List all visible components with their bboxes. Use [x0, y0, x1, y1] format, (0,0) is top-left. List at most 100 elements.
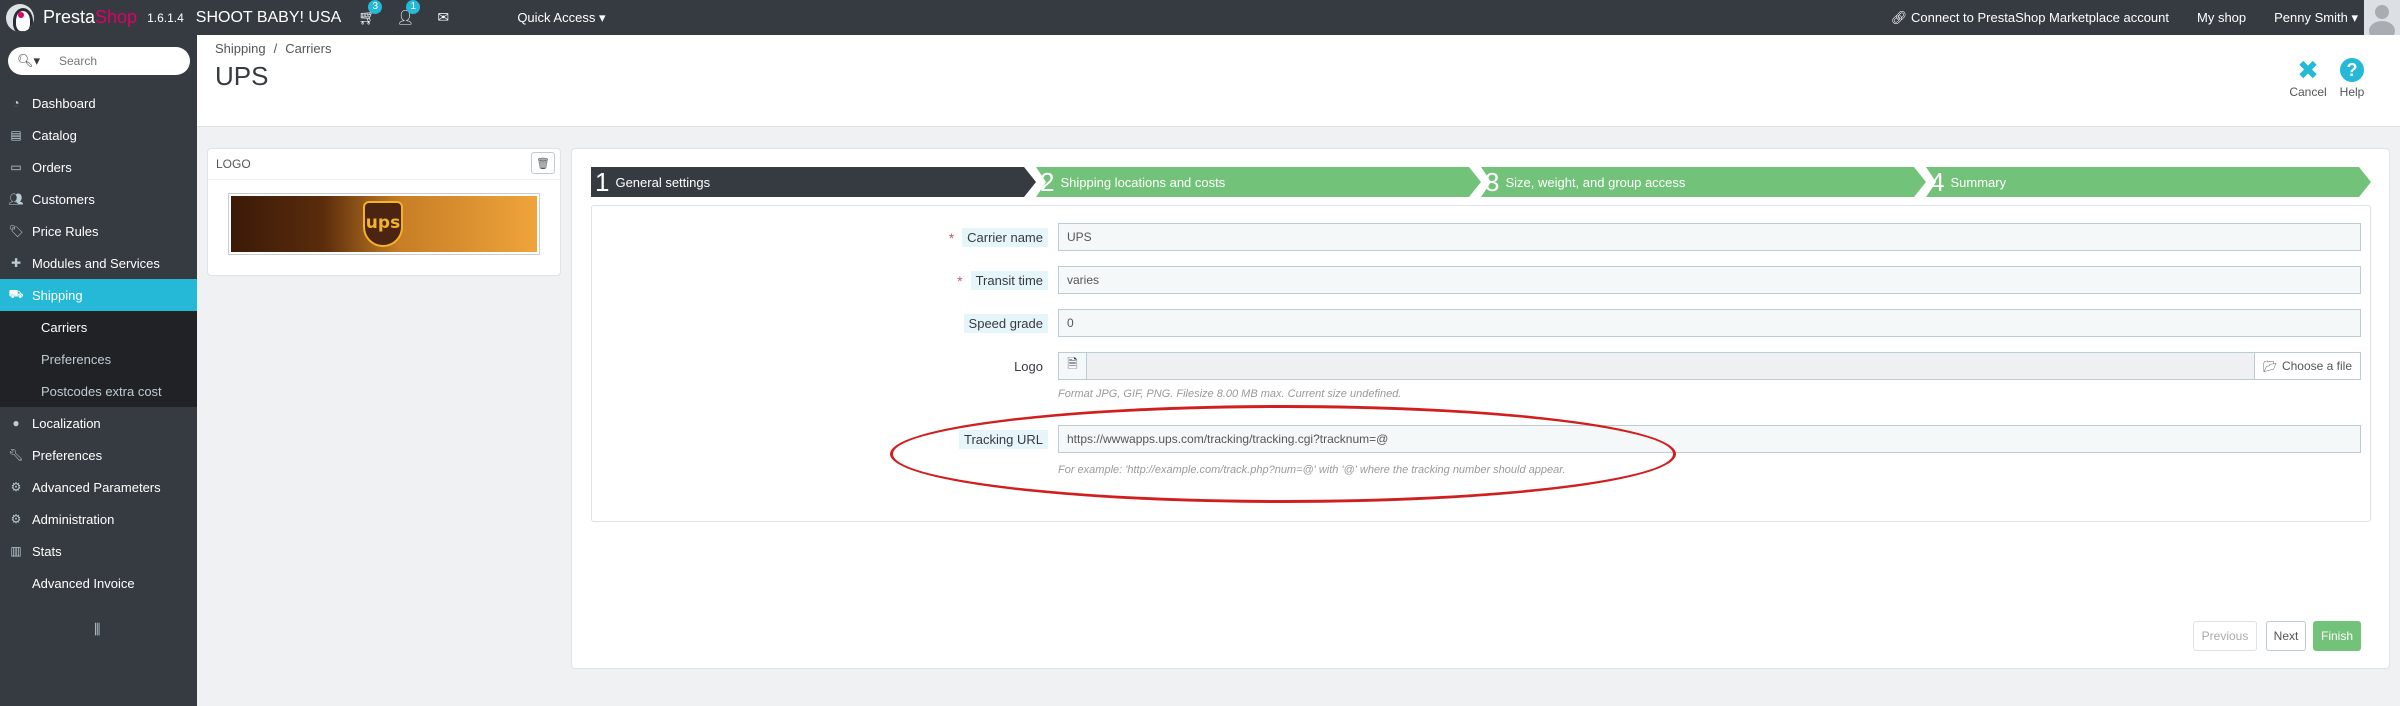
wrench-icon: 🔧︎ — [8, 448, 24, 462]
logo-panel-title: LOGO — [216, 157, 251, 171]
sidebar-item-catalog[interactable]: ▤ Catalog — [0, 119, 197, 151]
logo-row: Logo 🗎︎ 📂︎ Choose a file — [592, 351, 2372, 381]
credit-card-icon: ▭ — [10, 160, 22, 174]
sidebar-item-orders[interactable]: ▭ Orders — [0, 151, 197, 183]
speed-grade-input[interactable] — [1058, 309, 2361, 337]
avatar[interactable] — [2364, 0, 2400, 35]
sidebar-item-customers[interactable]: 👥︎ Customers — [0, 183, 197, 215]
cart-count-badge: 3 — [368, 0, 383, 14]
speed-grade-row: Speed grade — [592, 308, 2372, 338]
wizard-footer: Previous Next Finish — [572, 621, 2391, 651]
transit-time-row: * Transit time — [592, 265, 2372, 295]
close-icon: ✖ — [2297, 55, 2319, 85]
sidebar-item-price-rules[interactable]: 🏷︎ Price Rules — [0, 215, 197, 247]
carrier-wizard: 1 General settings 2 Shipping locations an… — [571, 148, 2390, 669]
finish-button[interactable]: Finish — [2313, 621, 2361, 651]
breadcrumb: Shipping / Carriers — [215, 41, 332, 56]
step-general-settings[interactable]: 1 General settings — [591, 167, 1036, 197]
sidebar-item-shipping[interactable]: ⛟ Shipping — [0, 279, 197, 311]
file-icon: 🗎︎ — [1059, 353, 1087, 379]
required-marker: * — [957, 272, 963, 289]
carrier-name-row: * Carrier name — [592, 222, 2372, 252]
sidebar-item-dashboard[interactable]: ◔ Dashboard — [0, 87, 197, 119]
connect-marketplace-link[interactable]: 🔗︎ Connect to PrestaShop Marketplace acc… — [1891, 10, 2169, 26]
prestashop-logo[interactable]: PrestaShop 1.6.1.4 — [6, 3, 184, 32]
version-label: 1.6.1.4 — [147, 10, 184, 25]
delete-logo-button[interactable]: 🗑︎ — [531, 152, 555, 174]
submenu-item-carriers[interactable]: Carriers — [0, 311, 197, 343]
tracking-url-input[interactable] — [1058, 425, 2361, 453]
logo-file-field[interactable]: 🗎︎ 📂︎ Choose a file — [1058, 352, 2361, 380]
search-bar: 🔍︎▾ — [8, 47, 190, 75]
help-button[interactable]: ? Help — [2330, 55, 2374, 99]
search-input[interactable] — [59, 54, 189, 68]
general-settings-form: *Carrier name *Transit time Speed grade … — [591, 205, 2371, 522]
ups-shield-icon: ups — [363, 201, 403, 247]
page-title: UPS — [215, 61, 269, 91]
caret-down-icon: ▾ — [2351, 9, 2358, 25]
shop-name[interactable]: SHOOT BABY! USA — [196, 9, 342, 27]
cart-notification[interactable]: 🛒︎ 3 — [358, 0, 383, 26]
sidebar-item-localization[interactable]: ● Localization — [0, 407, 197, 439]
users-icon: 👥︎ — [8, 192, 24, 206]
logo-panel: LOGO 🗑︎ ups — [207, 148, 561, 276]
sidebar-item-advanced-parameters[interactable]: ⚙︎ Advanced Parameters — [0, 471, 197, 503]
collapse-menu-icon[interactable]: ⫼ — [94, 621, 100, 638]
envelope-icon: ✉︎ — [437, 9, 450, 25]
sidebar: 🔍︎▾ ◔Dashboard ▤Catalog ▭Orders 👥︎Custom… — [0, 35, 197, 706]
step-summary[interactable]: 4 Summary — [1926, 167, 2371, 197]
puzzle-icon: ✚ — [10, 256, 22, 270]
logo-label: Logo — [1014, 359, 1043, 374]
book-icon: ▤ — [10, 128, 22, 142]
top-header: PrestaShop 1.6.1.4 SHOOT BABY! USA 🛒︎ 3 … — [0, 0, 2400, 35]
globe-icon: ● — [12, 416, 20, 430]
messages-notification[interactable]: ✉︎ — [435, 9, 451, 26]
cancel-button[interactable]: ✖ Cancel — [2286, 55, 2330, 99]
submenu-item-preferences[interactable]: Preferences — [0, 343, 197, 375]
submenu-item-postcodes[interactable]: Postcodes extra cost — [0, 375, 197, 407]
step-shipping-locations[interactable]: 2 Shipping locations and costs — [1036, 167, 1481, 197]
page-head: Shipping / Carriers UPS ✖ Cancel ? Help — [197, 35, 2400, 127]
logo-help-text: Format JPG, GIF, PNG. Filesize 8.00 MB m… — [1058, 388, 1402, 400]
choose-file-button[interactable]: 📂︎ Choose a file — [2253, 353, 2360, 379]
bar-chart-icon: ▥ — [10, 544, 22, 558]
sidebar-item-modules[interactable]: ✚ Modules and Services — [0, 247, 197, 279]
cog-icon: ⚙︎ — [10, 512, 22, 526]
customer-count-badge: 1 — [406, 0, 421, 14]
carrier-logo-image: ups — [228, 193, 540, 255]
tags-icon: 🏷︎ — [8, 224, 24, 238]
breadcrumb-shipping[interactable]: Shipping — [215, 41, 266, 56]
sidebar-item-administration[interactable]: ⚙︎ Administration — [0, 503, 197, 535]
transit-time-input[interactable] — [1058, 266, 2361, 294]
tracking-url-label: Tracking URL — [959, 430, 1048, 449]
cogs-icon: ⚙︎ — [10, 480, 22, 494]
search-icon[interactable]: 🔍︎▾ — [17, 53, 45, 69]
sidebar-item-stats[interactable]: ▥ Stats — [0, 535, 197, 567]
step-size-weight[interactable]: 3 Size, weight, and group access — [1481, 167, 1926, 197]
my-shop-link[interactable]: My shop — [2197, 10, 2246, 25]
shipping-submenu: Carriers Preferences Postcodes extra cos… — [0, 311, 197, 407]
prestashop-bird-icon — [6, 3, 34, 32]
next-button[interactable]: Next — [2266, 621, 2306, 651]
truck-icon: ⛟ — [8, 287, 24, 301]
transit-time-label: Transit time — [970, 271, 1048, 290]
folder-open-icon: 📂︎ — [2262, 360, 2277, 373]
customer-notification[interactable]: 👤︎ 1 — [396, 0, 421, 26]
help-icon: ? — [2340, 58, 2364, 82]
tracking-url-row: Tracking URL — [592, 424, 2372, 454]
brand-name: PrestaShop — [43, 7, 138, 27]
sidebar-item-advanced-invoice[interactable]: Advanced Invoice — [0, 567, 197, 599]
trash-icon: 🗑︎ — [536, 157, 550, 170]
breadcrumb-carriers[interactable]: Carriers — [285, 41, 331, 56]
user-menu[interactable]: Penny Smith ▾ — [2274, 10, 2358, 26]
wizard-steps: 1 General settings 2 Shipping locations an… — [591, 167, 2371, 197]
quick-access-dropdown[interactable]: Quick Access ▾ — [517, 10, 605, 26]
carrier-name-label: Carrier name — [962, 228, 1048, 247]
sidebar-item-preferences[interactable]: 🔧︎ Preferences — [0, 439, 197, 471]
carrier-name-input[interactable] — [1058, 223, 2361, 251]
chain-link-icon: 🔗︎ — [1890, 9, 1908, 25]
tracking-url-help-text: For example: 'http://example.com/track.p… — [1058, 464, 1566, 476]
top-right-nav: 🔗︎ Connect to PrestaShop Marketplace acc… — [1891, 0, 2400, 35]
sidebar-menu: ◔ Dashboard ▤ Catalog ▭ Orders 👥︎ Customers … — [0, 87, 197, 599]
previous-button[interactable]: Previous — [2193, 621, 2257, 651]
